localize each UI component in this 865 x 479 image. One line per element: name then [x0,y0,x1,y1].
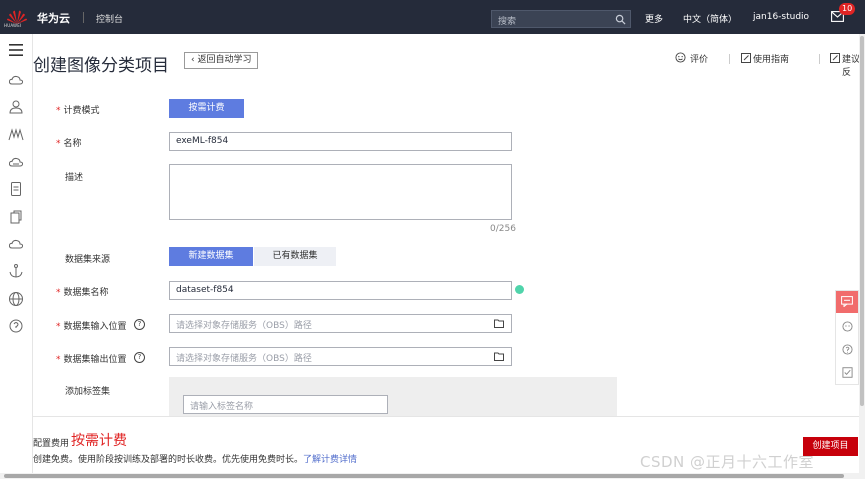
back-button-label: 返回自动学习 [197,55,252,65]
help-circle-icon[interactable] [842,344,853,355]
logo-text: HUAWEI [4,23,22,28]
required-mark: * [56,288,61,298]
dataset-name-input[interactable]: dataset-f854 [169,281,512,300]
more-icon[interactable] [8,318,24,334]
description-label: 描述 [65,173,84,183]
cloud-upload-icon[interactable] [8,236,24,252]
horizontal-scrollbar[interactable] [0,473,859,479]
name-input[interactable]: exeML-f854 [169,132,512,151]
input-location-label-text: 数据集输入位置 [63,322,127,332]
user-menu[interactable]: jan16-studio [753,12,809,22]
brand-name[interactable]: 华为云 [37,10,70,26]
description-textarea[interactable] [169,164,512,220]
search-placeholder: 搜索 [498,17,517,27]
billing-mode-label: * 计费模式 [56,103,100,116]
console-link[interactable]: 控制台 [96,12,123,25]
fee-description-text: 创建免费。使用阶段按训练及部署的时长收费。优先使用免费时长。 [33,455,304,465]
checklist-icon[interactable] [842,367,853,378]
output-location-label: * 数据集输出位置 [56,352,127,365]
required-mark: * [56,355,61,365]
mail-count-badge: 10 [839,3,856,15]
page-title: 创建图像分类项目 [33,56,169,76]
brand-divider [83,12,84,23]
required-mark: * [56,139,61,149]
copy-icon[interactable] [8,209,24,225]
document-icon[interactable] [8,181,24,197]
input-location-label: * 数据集输入位置 [56,319,127,332]
vertical-scrollbar-thumb[interactable] [860,36,864,406]
folder-icon[interactable] [494,319,504,328]
input-location-field[interactable]: 请选择对象存储服务（OBS）路径 [169,314,512,333]
fee-label: 配置费用 [33,439,70,449]
create-project-button[interactable]: 创建项目 [803,437,858,456]
dataset-name-label-text: 数据集名称 [63,288,109,298]
smile-icon[interactable] [675,52,686,63]
fee-description: 创建免费。使用阶段按训练及部署的时长收费。优先使用免费时长。了解计费详情 [33,452,357,465]
user-guide-link[interactable]: 使用指南 [753,52,789,65]
cloud-service-icon[interactable] [8,154,24,170]
chat-icon [841,296,853,307]
tag-set-panel: 请输入标签名称 [169,377,617,417]
existing-dataset-option[interactable]: 已有数据集 [254,247,336,266]
help-icon[interactable]: ? [134,319,145,330]
required-mark: * [56,106,61,116]
input-location-placeholder: 请选择对象存储服务（OBS）路径 [176,321,312,331]
service-icon[interactable] [842,321,853,332]
help-icon[interactable]: ? [134,352,145,363]
rate-link[interactable]: 评价 [690,52,708,65]
main-content: 创建图像分类项目 ‹ 返回自动学习 评价 使用指南 建议反 * 计费模式 按需计费… [33,34,865,479]
output-location-placeholder: 请选择对象存储服务（OBS）路径 [176,354,312,364]
back-to-automl-button[interactable]: ‹ 返回自动学习 [184,52,259,69]
name-label-text: 名称 [63,139,82,149]
billing-mode-pay-per-use-button[interactable]: 按需计费 [169,99,244,118]
footer-bar: 配置费用 按需计费 创建免费。使用阶段按训练及部署的时长收费。优先使用免费时长。… [33,416,862,479]
cloud-icon[interactable] [8,72,24,88]
output-location-field[interactable]: 请选择对象存储服务（OBS）路径 [169,347,512,366]
tag-name-input[interactable]: 请输入标签名称 [183,395,388,414]
horizontal-scrollbar-thumb[interactable] [4,474,844,478]
service-sidebar [0,34,33,479]
top-navigation-bar: HUAWEI 华为云 控制台 搜索 更多 中文（简体） jan16-studio… [0,0,865,34]
watermark: CSDN @正月十六工作室 [640,453,815,471]
tag-set-label: 添加标签集 [65,387,111,397]
search-input[interactable]: 搜索 [491,10,631,28]
users-icon[interactable] [8,99,24,115]
vertical-scrollbar[interactable] [859,34,865,479]
chat-button[interactable] [836,291,858,313]
tag-name-placeholder: 请输入标签名称 [190,402,254,412]
feedback-icon[interactable] [830,53,840,63]
check-circle-icon [515,285,524,294]
edit-icon[interactable] [741,53,751,63]
floating-toolbar [835,290,859,385]
more-menu[interactable]: 更多 [645,12,663,25]
header-separator [729,54,730,64]
create-project-form: * 计费模式 按需计费 * 名称 exeML-f854 描述 0/256 数据集来源… [33,84,862,417]
billing-mode-label-text: 计费模式 [63,106,100,116]
model-arts-icon[interactable] [8,127,24,143]
language-selector[interactable]: 中文（简体） [683,12,737,25]
globe-icon[interactable] [8,291,24,307]
fee-value: 按需计费 [71,433,127,449]
dataset-name-label: * 数据集名称 [56,285,109,298]
output-location-label-text: 数据集输出位置 [63,355,127,365]
menu-icon[interactable] [9,44,23,56]
folder-icon[interactable] [494,352,504,361]
dataset-source-label: 数据集来源 [65,255,111,265]
search-icon[interactable] [615,14,626,25]
billing-details-link[interactable]: 了解计费详情 [303,455,357,465]
description-char-counter: 0/256 [490,224,516,234]
new-dataset-option[interactable]: 新建数据集 [169,247,253,266]
required-mark: * [56,322,61,332]
name-label: * 名称 [56,136,82,149]
anchor-icon[interactable] [8,263,24,279]
header-separator [819,54,820,64]
